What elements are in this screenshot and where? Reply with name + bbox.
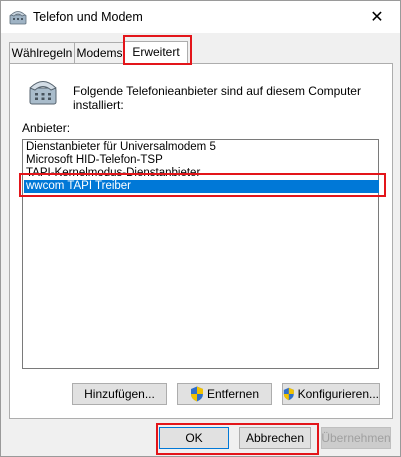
window-title: Telefon und Modem <box>33 10 143 24</box>
advanced-panel: Folgende Telefonieanbieter sind auf dies… <box>9 63 393 419</box>
phone-modem-icon <box>29 81 57 105</box>
cancel-button[interactable]: Abbrechen <box>239 427 311 449</box>
provider-list-label: Anbieter: <box>22 121 71 135</box>
add-button-label: Hinzufügen... <box>84 387 155 401</box>
dialog-window: Telefon und Modem ✕ Wählregeln Modems Er… <box>0 0 401 457</box>
tab-label: Wählregeln <box>11 46 73 60</box>
apply-button[interactable]: Übernehmen <box>321 427 391 449</box>
list-item[interactable]: Dienstanbieter für Universalmodem 5 <box>24 141 379 154</box>
remove-button[interactable]: Entfernen <box>177 383 272 405</box>
uac-shield-icon <box>190 386 203 402</box>
apply-button-label: Übernehmen <box>321 431 391 445</box>
title-bar: Telefon und Modem ✕ <box>1 1 400 33</box>
cancel-button-label: Abbrechen <box>245 431 305 445</box>
configure-button[interactable]: Konfigurieren... <box>282 383 380 405</box>
tab-label: Erweitert <box>132 45 180 59</box>
list-item[interactable]: Microsoft HID-Telefon-TSP <box>24 154 379 167</box>
tab-erweitert[interactable]: Erweitert <box>124 41 188 64</box>
remove-button-label: Entfernen <box>206 387 260 401</box>
close-button[interactable]: ✕ <box>354 1 400 33</box>
ok-button-label: OK <box>185 431 203 445</box>
phone-modem-icon <box>9 11 27 25</box>
tab-waehlregeln[interactable]: Wählregeln <box>9 42 75 63</box>
list-item[interactable]: TAPI-Kernelmodus-Dienstanbieter <box>24 167 379 180</box>
description-text: Folgende Telefonieanbieter sind auf dies… <box>73 84 361 112</box>
close-icon: ✕ <box>370 9 384 26</box>
list-item-selected[interactable]: wwcom TAPI Treiber <box>24 180 379 193</box>
tab-modems[interactable]: Modems <box>74 42 125 63</box>
ok-button[interactable]: OK <box>159 427 229 449</box>
provider-list[interactable]: Dienstanbieter für Universalmodem 5 Micr… <box>22 139 379 369</box>
add-button[interactable]: Hinzufügen... <box>72 383 167 405</box>
tab-label: Modems <box>76 46 123 60</box>
uac-shield-icon <box>283 387 294 401</box>
configure-button-label: Konfigurieren... <box>297 387 379 401</box>
